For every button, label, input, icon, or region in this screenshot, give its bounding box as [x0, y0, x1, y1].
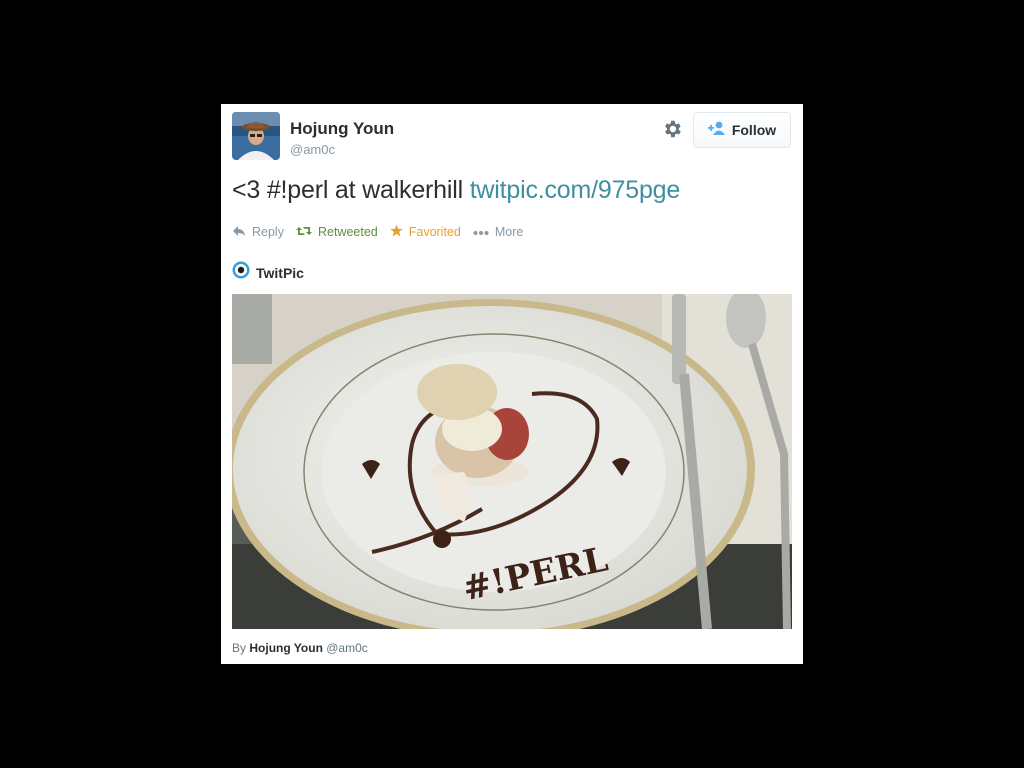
photo-credit: By Hojung Youn @am0c	[232, 641, 368, 655]
reply-icon	[232, 225, 252, 240]
tweet-link[interactable]: twitpic.com/975pge	[470, 176, 681, 204]
retweet-label: Retweeted	[317, 225, 378, 239]
tweet-actions: Reply Retweeted Favorited More	[232, 224, 535, 240]
more-label: More	[494, 225, 524, 239]
favorite-label: Favorited	[408, 225, 461, 239]
twitpic-icon	[232, 261, 250, 284]
tweet-body: <3 #!perl at walkerhill	[232, 176, 470, 204]
tweet-photo[interactable]: #!PERL	[232, 294, 792, 629]
retweet-icon	[295, 225, 318, 240]
follow-button[interactable]: Follow	[693, 112, 791, 148]
add-user-icon	[707, 121, 726, 140]
credit-handle[interactable]: @am0c	[326, 641, 368, 655]
display-name[interactable]: Hojung Youn	[290, 119, 394, 139]
avatar[interactable]	[232, 112, 280, 160]
user-handle[interactable]: @am0c	[290, 142, 335, 157]
star-icon	[390, 224, 409, 240]
media-provider[interactable]: TwitPic	[232, 261, 304, 284]
credit-prefix: By	[232, 641, 247, 655]
follow-button-label: Follow	[731, 122, 777, 138]
media-provider-label: TwitPic	[256, 264, 304, 281]
retweet-button[interactable]: Retweeted	[295, 225, 378, 240]
tweet-card: Hojung Youn @am0c Follow <3 #!perl at wa…	[221, 104, 803, 664]
credit-name[interactable]: Hojung Youn	[249, 641, 323, 655]
tweet-text: <3 #!perl at walkerhill twitpic.com/975p…	[232, 176, 680, 205]
more-icon	[473, 225, 495, 239]
reply-label: Reply	[252, 225, 284, 239]
gear-icon[interactable]	[661, 118, 683, 140]
favorite-button[interactable]: Favorited	[390, 224, 461, 240]
reply-button[interactable]: Reply	[232, 225, 284, 240]
more-button[interactable]: More	[473, 225, 523, 239]
